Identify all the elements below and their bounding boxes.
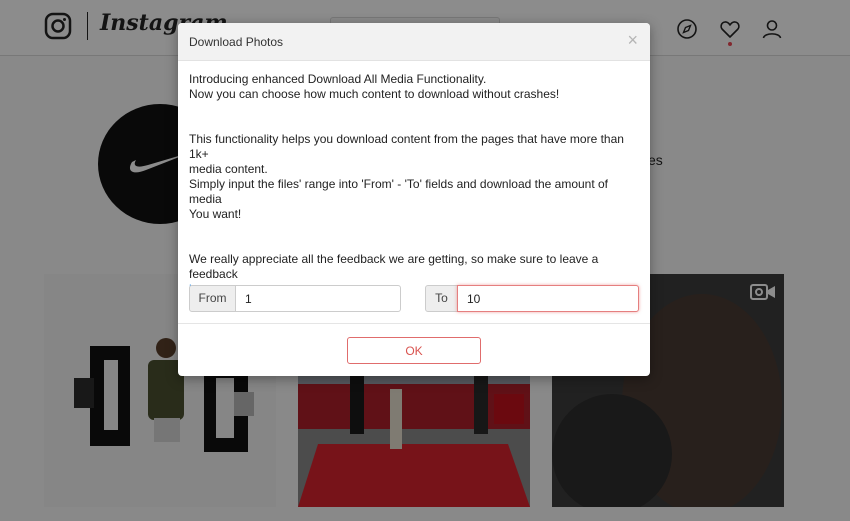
info-line-4: You want! (189, 207, 242, 221)
to-input[interactable] (457, 285, 639, 312)
intro-line-1: Introducing enhanced Download All Media … (189, 72, 487, 86)
info-line-2: media content. (189, 162, 268, 176)
dialog-title: Download Photos (189, 35, 284, 49)
footer-divider (178, 323, 650, 324)
to-label: To (425, 285, 458, 312)
ok-button[interactable]: OK (347, 337, 481, 364)
dialog-header: Download Photos × (178, 23, 650, 61)
info-line-3: Simply input the files' range into 'From… (189, 177, 609, 206)
from-input[interactable] (235, 285, 401, 312)
close-icon[interactable]: × (627, 31, 638, 49)
range-input-row: From To (189, 285, 639, 312)
dialog-body: Introducing enhanced Download All Media … (178, 61, 650, 297)
feedback-text: We really appreciate all the feedback we… (189, 252, 599, 281)
intro-line-2: Now you can choose how much content to d… (189, 87, 560, 101)
download-photos-dialog: Download Photos × Introducing enhanced D… (178, 23, 650, 376)
from-label: From (189, 285, 236, 312)
info-line-1: This functionality helps you download co… (189, 132, 624, 161)
